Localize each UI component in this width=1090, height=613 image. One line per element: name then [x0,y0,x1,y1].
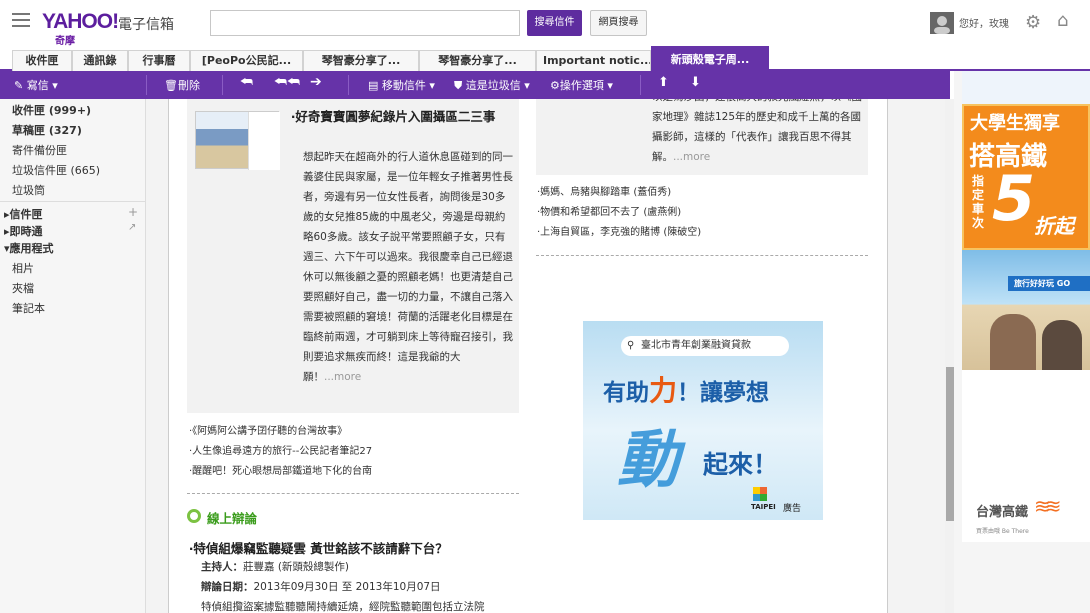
ad-tag: 廣告 [783,504,802,514]
menu-icon[interactable] [12,13,30,27]
right-more-link[interactable]: ...more [673,151,710,163]
ad-beach-photo: 旅行好好玩 GO [962,250,1090,370]
right-article-box: 以是為沙田，建很高大的敘光風燈照，以《國家地理》雜誌125年的歷史和成千上萬的各… [536,99,868,175]
search-web-button[interactable]: 網頁搜尋 [590,10,647,36]
tab-contacts[interactable]: 通訊錄 [72,50,128,71]
search-input[interactable] [210,10,520,36]
ad-number: 5 [992,162,1036,235]
sidebar-item-drafts[interactable]: 草稿匣 (327) [12,122,82,138]
arrow-up-icon[interactable]: ⬆ [658,75,669,90]
sidebar-item-attachments[interactable]: 夾檔 [12,280,34,296]
user-greeting[interactable]: 您好，玫瑰 [959,15,1009,30]
debate-title[interactable]: ‧特偵組爆竊監聽疑雲 黃世銘該不該請辭下台？ [189,538,448,557]
ad-big-char: 動 [617,423,680,496]
trash-icon: 🗑 [164,79,178,92]
debate-teaser: 特偵組攬盜案據監聽聽鬧持續延燒，經院監聽範圍包括立法院 [201,601,485,613]
sidebar-item-spam[interactable]: 垃圾信件匣 (665) [12,162,100,178]
message-body: ‧好奇寶寶圓夢紀錄片入圍攝區二三事 想起昨天在超商外的行人道休息區碰到的同一義婆… [146,99,945,613]
gear-icon: ⚙ [550,79,560,92]
reply-icon[interactable]: ⮪ [240,74,253,90]
ad-brand-area: 台灣高鐵 ≋≋ 買票由哦 Be There [962,446,1090,542]
taipei-logo-icon [753,487,767,501]
newsletter-page: ‧好奇寶寶圓夢紀錄片入圍攝區二三事 想起昨天在超商外的行人道休息區碰到的同一義婆… [168,99,888,613]
travel-go-button[interactable]: 旅行好好玩 GO [1008,276,1090,291]
ad-promo-block: 大學生獨享 搭高鐵 指定車次 5 折起 [962,104,1090,250]
ad-search-box: ⚲ 臺北市青年創業融資貸款 [621,336,789,356]
ad-people [1042,320,1082,370]
delete-button[interactable]: 🗑刪除 [164,77,200,93]
right-link[interactable]: ‧物價和希望都回不去了 (盧燕俐) [537,203,681,223]
tab-calendar[interactable]: 行事曆 [128,50,190,71]
top-header: YAHOO! 電子信箱 奇摩 搜尋信件 網頁搜尋 您好，玫瑰 ⚙ ⌂ [0,0,1090,47]
avatar[interactable] [930,12,954,34]
actions-button[interactable]: ⚙操作選項 ▾ [550,77,613,93]
startup-loan-ad[interactable]: ⚲ 臺北市青年創業融資貸款 有助力！讓夢想 動 起來！ TAIPEI 廣告 [583,321,823,520]
gear-icon[interactable]: ⚙ [1025,12,1041,33]
divider [187,493,519,494]
search-mail-button[interactable]: 搜尋信件 [527,10,582,36]
message-toolbar: ✎ 寫信 ▾ 🗑刪除 ⮪ ⮪⮪ ➔ ▤ 移動信件 ▾ ⛊ 這是垃圾信 ▾ ⚙操作… [0,71,950,99]
tab-bar: 收件匣 通訊錄 行事曆 [PeoPo公民記... 琴智豪分享了... 琴智豪分享… [0,46,1090,71]
ad-side: 指定車次 [972,174,985,230]
search-icon: ⚲ [627,340,635,351]
tab-message-active[interactable]: 新頭殼電子周... [651,46,769,71]
circle-icon [187,509,201,523]
sidebar-item-sent[interactable]: 寄件備份匣 [12,142,67,158]
ad-line1: 大學生獨享 [970,113,1060,134]
right-article-body: 以是為沙田，建很高大的敘光風燈照，以《國家地理》雜誌125年的歷史和成千上萬的各… [652,99,862,163]
compose-icon: ✎ [14,79,24,92]
ad-subline: 起來！ [703,450,779,479]
sidebar-section-apps[interactable]: ▾應用程式 [4,240,54,256]
ad-suffix: 折起 [1034,214,1074,238]
tab-message[interactable]: Important notic... [536,50,651,71]
scrollbar-thumb[interactable] [946,367,954,521]
sidebar-item-inbox[interactable]: 收件匣 (999+) [12,102,91,118]
ad-brand: 台灣高鐵 [976,505,1029,520]
sidebar: 收件匣 (999+) 草稿匣 (327) 寄件備份匣 垃圾信件匣 (665) 垃… [0,99,146,613]
folder-icon: ▤ [368,79,379,92]
scrollbar[interactable] [945,99,954,613]
ad-people [990,314,1036,370]
sidebar-section-im[interactable]: ▸即時通 [4,223,43,239]
article-box: ‧好奇寶寶圓夢紀錄片入圍攝區二三事 想起昨天在超商外的行人道休息區碰到的同一義婆… [187,99,519,413]
tab-message[interactable]: 琴智豪分享了... [419,50,536,71]
ad-footer: 買票由哦 Be There [976,528,1029,535]
move-button[interactable]: ▤ 移動信件 ▾ [368,77,435,93]
article-thumbnail[interactable] [195,111,280,170]
ad-city: TAIPEI [751,503,776,511]
sidebar-item-notepad[interactable]: 筆記本 [12,300,45,316]
external-link-icon[interactable]: ↗ [128,222,136,233]
ad-headline: 有助力！讓夢想 [603,374,770,407]
debate-host: 主持人：莊豐嘉 (新頭殼總製作) [201,561,350,573]
add-folder-icon[interactable]: + [128,205,138,219]
forward-icon[interactable]: ➔ [310,74,322,90]
spam-button[interactable]: ⛊ 這是垃圾信 ▾ [454,77,530,93]
article-body: 想起昨天在超商外的行人道休息區碰到的同一義婆住民與家屬，是一位年輕女子推著男性長… [303,151,513,383]
tab-message[interactable]: [PeoPo公民記... [190,50,303,71]
article-title[interactable]: ‧好奇寶寶圓夢紀錄片入圍攝區二三事 [291,107,513,126]
right-link[interactable]: ‧上海自貿區，李克強的賭博 (陳破空) [537,223,701,243]
hsr-ad[interactable]: 大學生獨享 搭高鐵 指定車次 5 折起 旅行好好玩 GO 台灣高鐵 ≋≋ 買票由… [962,71,1090,542]
debate-date: 辯論日期：2013年09月30日 至 2013年10月07日 [201,581,441,593]
shield-icon: ⛊ [454,79,463,92]
compose-button[interactable]: ✎ 寫信 ▾ [14,77,58,93]
debate-heading: 線上辯論 [207,511,258,526]
article-more-link[interactable]: ...more [324,371,361,383]
reply-all-icon[interactable]: ⮪⮪ [274,74,300,90]
yahoo-mail-logo[interactable]: YAHOO! 電子信箱 奇摩 [42,8,177,47]
sidebar-item-trash[interactable]: 垃圾筒 [12,182,45,198]
home-icon[interactable]: ⌂ [1057,10,1068,31]
tab-message[interactable]: 琴智豪分享了... [303,50,419,71]
article-link[interactable]: ‧人生像追尋遠方的旅行--公民記者筆記27 [189,442,372,462]
article-link[interactable]: ‧醒醒吧！死心眼想局部鐵道地下化的台南 [189,462,372,482]
ad-top-strip [962,71,1090,104]
hsr-logo-icon: ≋≋ [1034,494,1061,518]
right-link[interactable]: ‧媽媽、烏豬與腳踏車 (蓋佰秀) [537,183,671,203]
arrow-down-icon[interactable]: ⬇ [690,75,701,90]
sidebar-section-folders[interactable]: ▸信件匣 [4,206,43,222]
article-link[interactable]: ‧《阿媽阿公講予囝仔聽的台灣故事》 [189,422,347,442]
sidebar-item-photos[interactable]: 相片 [12,260,34,276]
tab-inbox[interactable]: 收件匣 [12,50,72,71]
divider [536,255,868,256]
